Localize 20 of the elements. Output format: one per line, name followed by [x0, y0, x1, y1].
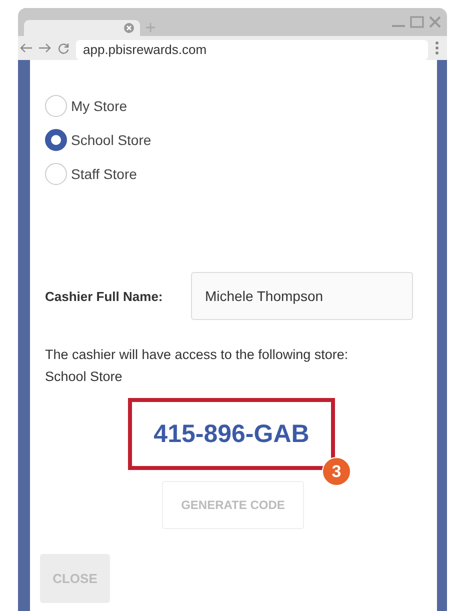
- step-badge: 3: [322, 457, 351, 486]
- cashier-code: 415-896-GAB: [154, 420, 310, 448]
- close-icon[interactable]: [124, 23, 134, 33]
- access-message: The cashier will have access to the following store:: [45, 347, 350, 362]
- cashier-name-field[interactable]: Michele Thompson: [191, 272, 413, 320]
- browser-tab[interactable]: [24, 20, 140, 36]
- radio-label[interactable]: School Store: [71, 132, 152, 148]
- plus-icon[interactable]: [146, 23, 155, 32]
- radio-label[interactable]: My Store: [71, 98, 128, 114]
- maximize-icon[interactable]: [410, 16, 424, 28]
- address-bar[interactable]: app.pbisrewards.com: [76, 40, 428, 60]
- store-name: School Store: [45, 369, 124, 384]
- reload-icon[interactable]: [58, 42, 69, 54]
- radio-label[interactable]: Staff Store: [71, 166, 137, 182]
- field-label: Cashier Full Name:: [45, 288, 164, 304]
- close-icon[interactable]: [429, 16, 441, 28]
- radio-button[interactable]: [45, 129, 67, 151]
- back-arrow-icon[interactable]: [20, 43, 32, 53]
- forward-arrow-icon[interactable]: [39, 43, 51, 53]
- menu-icon[interactable]: [435, 41, 439, 55]
